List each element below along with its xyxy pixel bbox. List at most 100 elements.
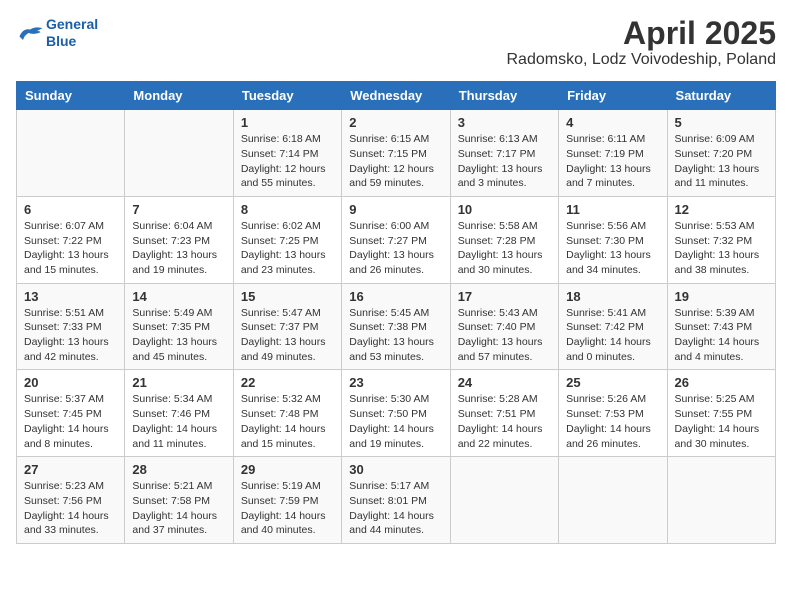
day-number: 29 <box>241 462 334 477</box>
title-area: April 2025 Radomsko, Lodz Voivodeship, P… <box>506 16 776 69</box>
day-info: Sunrise: 5:43 AMSunset: 7:40 PMDaylight:… <box>458 306 551 365</box>
day-info: Sunrise: 5:23 AMSunset: 7:56 PMDaylight:… <box>24 479 117 538</box>
calendar-header-row: SundayMondayTuesdayWednesdayThursdayFrid… <box>17 82 776 110</box>
day-number: 18 <box>566 289 659 304</box>
calendar-cell-w5-d6 <box>559 457 667 544</box>
header-sunday: Sunday <box>17 82 125 110</box>
day-info: Sunrise: 6:13 AMSunset: 7:17 PMDaylight:… <box>458 132 551 191</box>
day-number: 5 <box>675 115 768 130</box>
calendar-cell-w1-d3: 1 Sunrise: 6:18 AMSunset: 7:14 PMDaylight… <box>233 110 341 197</box>
day-info: Sunrise: 5:26 AMSunset: 7:53 PMDaylight:… <box>566 392 659 451</box>
calendar-cell-w3-d4: 16 Sunrise: 5:45 AMSunset: 7:38 PMDayligh… <box>342 283 450 370</box>
day-number: 20 <box>24 375 117 390</box>
calendar-cell-w3-d5: 17 Sunrise: 5:43 AMSunset: 7:40 PMDayligh… <box>450 283 558 370</box>
calendar-cell-w5-d5 <box>450 457 558 544</box>
day-number: 9 <box>349 202 442 217</box>
logo: General Blue <box>16 16 98 50</box>
calendar-cell-w4-d6: 25 Sunrise: 5:26 AMSunset: 7:53 PMDayligh… <box>559 370 667 457</box>
day-number: 8 <box>241 202 334 217</box>
day-number: 4 <box>566 115 659 130</box>
calendar-cell-w4-d7: 26 Sunrise: 5:25 AMSunset: 7:55 PMDayligh… <box>667 370 775 457</box>
calendar-cell-w5-d4: 30 Sunrise: 5:17 AMSunset: 8:01 PMDayligh… <box>342 457 450 544</box>
day-info: Sunrise: 5:30 AMSunset: 7:50 PMDaylight:… <box>349 392 442 451</box>
day-number: 1 <box>241 115 334 130</box>
page-title: April 2025 <box>506 16 776 51</box>
day-info: Sunrise: 5:39 AMSunset: 7:43 PMDaylight:… <box>675 306 768 365</box>
calendar-cell-w4-d5: 24Sunrise: 5:28 AMSunset: 7:51 PMDayligh… <box>450 370 558 457</box>
day-number: 6 <box>24 202 117 217</box>
day-info: Sunrise: 5:53 AMSunset: 7:32 PMDaylight:… <box>675 219 768 278</box>
header: General Blue April 2025 Radomsko, Lodz V… <box>16 16 776 69</box>
page-subtitle: Radomsko, Lodz Voivodeship, Poland <box>506 51 776 69</box>
calendar-cell-w2-d1: 6 Sunrise: 6:07 AMSunset: 7:22 PMDaylight… <box>17 196 125 283</box>
day-info: Sunrise: 6:00 AMSunset: 7:27 PMDaylight:… <box>349 219 442 278</box>
day-number: 26 <box>675 375 768 390</box>
calendar-cell-w3-d1: 13 Sunrise: 5:51 AMSunset: 7:33 PMDayligh… <box>17 283 125 370</box>
calendar-cell-w1-d5: 3 Sunrise: 6:13 AMSunset: 7:17 PMDaylight… <box>450 110 558 197</box>
logo-text: General Blue <box>46 16 98 50</box>
day-number: 13 <box>24 289 117 304</box>
calendar-cell-w1-d4: 2Sunrise: 6:15 AMSunset: 7:15 PMDaylight… <box>342 110 450 197</box>
day-number: 30 <box>349 462 442 477</box>
day-number: 7 <box>132 202 225 217</box>
calendar-cell-w1-d1 <box>17 110 125 197</box>
day-info: Sunrise: 5:56 AMSunset: 7:30 PMDaylight:… <box>566 219 659 278</box>
day-number: 24 <box>458 375 551 390</box>
calendar-cell-w3-d6: 18 Sunrise: 5:41 AMSunset: 7:42 PMDayligh… <box>559 283 667 370</box>
day-info: Sunrise: 5:19 AMSunset: 7:59 PMDaylight:… <box>241 479 334 538</box>
calendar-cell-w2-d6: 11Sunrise: 5:56 AMSunset: 7:30 PMDayligh… <box>559 196 667 283</box>
day-number: 15 <box>241 289 334 304</box>
week-row-5: 27Sunrise: 5:23 AMSunset: 7:56 PMDayligh… <box>17 457 776 544</box>
day-number: 17 <box>458 289 551 304</box>
day-info: Sunrise: 6:09 AMSunset: 7:20 PMDaylight:… <box>675 132 768 191</box>
day-info: Sunrise: 5:51 AMSunset: 7:33 PMDaylight:… <box>24 306 117 365</box>
calendar-cell-w2-d3: 8 Sunrise: 6:02 AMSunset: 7:25 PMDaylight… <box>233 196 341 283</box>
calendar-cell-w4-d3: 22 Sunrise: 5:32 AMSunset: 7:48 PMDayligh… <box>233 370 341 457</box>
calendar-cell-w3-d3: 15Sunrise: 5:47 AMSunset: 7:37 PMDayligh… <box>233 283 341 370</box>
calendar-cell-w4-d2: 21Sunrise: 5:34 AMSunset: 7:46 PMDayligh… <box>125 370 233 457</box>
day-info: Sunrise: 5:37 AMSunset: 7:45 PMDaylight:… <box>24 392 117 451</box>
day-number: 25 <box>566 375 659 390</box>
day-info: Sunrise: 5:41 AMSunset: 7:42 PMDaylight:… <box>566 306 659 365</box>
day-number: 16 <box>349 289 442 304</box>
day-number: 3 <box>458 115 551 130</box>
day-number: 2 <box>349 115 442 130</box>
header-thursday: Thursday <box>450 82 558 110</box>
day-number: 21 <box>132 375 225 390</box>
calendar-cell-w2-d4: 9 Sunrise: 6:00 AMSunset: 7:27 PMDaylight… <box>342 196 450 283</box>
day-info: Sunrise: 5:45 AMSunset: 7:38 PMDaylight:… <box>349 306 442 365</box>
week-row-3: 13 Sunrise: 5:51 AMSunset: 7:33 PMDayligh… <box>17 283 776 370</box>
day-info: Sunrise: 6:07 AMSunset: 7:22 PMDaylight:… <box>24 219 117 278</box>
day-number: 12 <box>675 202 768 217</box>
header-friday: Friday <box>559 82 667 110</box>
calendar-cell-w2-d7: 12 Sunrise: 5:53 AMSunset: 7:32 PMDayligh… <box>667 196 775 283</box>
day-info: Sunrise: 5:21 AMSunset: 7:58 PMDaylight:… <box>132 479 225 538</box>
header-saturday: Saturday <box>667 82 775 110</box>
day-number: 19 <box>675 289 768 304</box>
day-info: Sunrise: 6:02 AMSunset: 7:25 PMDaylight:… <box>241 219 334 278</box>
day-info: Sunrise: 5:49 AMSunset: 7:35 PMDaylight:… <box>132 306 225 365</box>
calendar-cell-w5-d7 <box>667 457 775 544</box>
calendar-table: SundayMondayTuesdayWednesdayThursdayFrid… <box>16 81 776 544</box>
calendar-cell-w5-d3: 29 Sunrise: 5:19 AMSunset: 7:59 PMDayligh… <box>233 457 341 544</box>
day-info: Sunrise: 6:04 AMSunset: 7:23 PMDaylight:… <box>132 219 225 278</box>
calendar-cell-w5-d2: 28 Sunrise: 5:21 AMSunset: 7:58 PMDayligh… <box>125 457 233 544</box>
day-number: 10 <box>458 202 551 217</box>
calendar-cell-w1-d2 <box>125 110 233 197</box>
day-info: Sunrise: 5:32 AMSunset: 7:48 PMDaylight:… <box>241 392 334 451</box>
day-number: 22 <box>241 375 334 390</box>
calendar-cell-w2-d2: 7 Sunrise: 6:04 AMSunset: 7:23 PMDaylight… <box>125 196 233 283</box>
day-info: Sunrise: 5:17 AMSunset: 8:01 PMDaylight:… <box>349 479 442 538</box>
day-number: 14 <box>132 289 225 304</box>
logo-bird-icon <box>16 22 44 44</box>
day-info: Sunrise: 6:18 AMSunset: 7:14 PMDaylight:… <box>241 132 334 191</box>
week-row-2: 6 Sunrise: 6:07 AMSunset: 7:22 PMDaylight… <box>17 196 776 283</box>
calendar-cell-w4-d4: 23 Sunrise: 5:30 AMSunset: 7:50 PMDayligh… <box>342 370 450 457</box>
calendar-cell-w5-d1: 27Sunrise: 5:23 AMSunset: 7:56 PMDayligh… <box>17 457 125 544</box>
week-row-4: 20 Sunrise: 5:37 AMSunset: 7:45 PMDayligh… <box>17 370 776 457</box>
header-wednesday: Wednesday <box>342 82 450 110</box>
day-number: 23 <box>349 375 442 390</box>
day-number: 28 <box>132 462 225 477</box>
day-info: Sunrise: 5:25 AMSunset: 7:55 PMDaylight:… <box>675 392 768 451</box>
header-tuesday: Tuesday <box>233 82 341 110</box>
